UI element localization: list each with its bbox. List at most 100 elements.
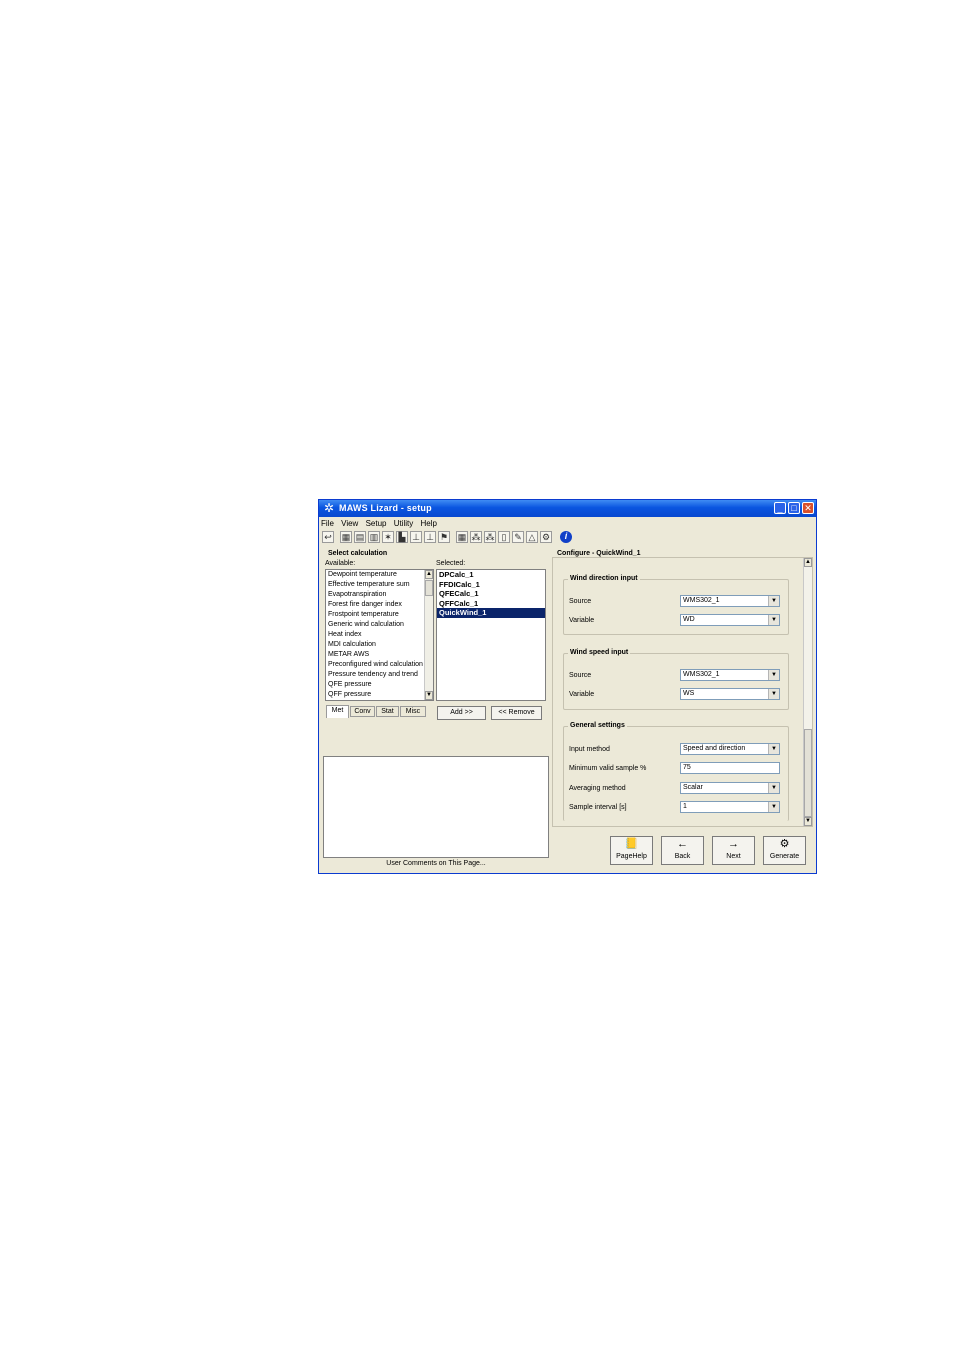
menu-setup[interactable]: Setup xyxy=(366,519,387,528)
star-icon[interactable]: ✶ xyxy=(382,531,394,543)
network-icon[interactable]: ⁂ xyxy=(470,531,482,543)
scroll-down-icon[interactable]: ▼ xyxy=(804,817,812,826)
list-item[interactable]: Generic wind calculation xyxy=(326,620,433,630)
wd-source-label: Source xyxy=(569,598,592,605)
bell-icon[interactable]: △ xyxy=(526,531,538,543)
scroll-thumb[interactable] xyxy=(425,580,433,596)
menu-file[interactable]: File xyxy=(321,519,334,528)
maximize-button[interactable]: □ xyxy=(788,502,800,514)
scroll-up-icon[interactable]: ▲ xyxy=(804,558,812,567)
averaging-method-value: Scalar xyxy=(683,784,703,791)
select-calculation-title: Select calculation xyxy=(328,550,388,557)
tab-stat[interactable]: Stat xyxy=(376,706,399,717)
sample-interval-select[interactable]: 1 ▼ xyxy=(680,801,780,813)
menu-help[interactable]: Help xyxy=(421,519,437,528)
selected-list[interactable]: DPCalc_1 FFDICalc_1 QFECalc_1 QFFCalc_1 Quic… xyxy=(436,569,546,701)
pen-icon[interactable]: ✎ xyxy=(512,531,524,543)
scroll-thumb[interactable] xyxy=(804,729,812,817)
chevron-down-icon[interactable]: ▼ xyxy=(768,615,779,625)
page-icon[interactable]: ▯ xyxy=(498,531,510,543)
input-method-select[interactable]: Speed and direction ▼ xyxy=(680,743,780,755)
chevron-down-icon[interactable]: ▼ xyxy=(768,689,779,699)
antenna-icon[interactable]: ⊥ xyxy=(424,531,436,543)
list-item[interactable]: QuickWind_1 xyxy=(437,608,545,618)
list-item[interactable]: QFECalc_1 xyxy=(437,589,545,599)
back-arrow-icon[interactable]: ↩ xyxy=(322,531,334,543)
configure-scrollbar[interactable]: ▲ ▼ xyxy=(803,558,812,826)
network-icon[interactable]: ⁂ xyxy=(484,531,496,543)
remove-button[interactable]: << Remove xyxy=(491,706,542,720)
wind-direction-title: Wind direction input xyxy=(568,574,640,584)
wind-speed-group: Wind speed input xyxy=(563,648,789,710)
chevron-down-icon[interactable]: ▼ xyxy=(768,802,779,812)
flag-icon[interactable]: ⚑ xyxy=(438,531,450,543)
ws-variable-value: WS xyxy=(683,690,695,697)
list-item[interactable]: QFFCalc_1 xyxy=(437,599,545,609)
wd-variable-label: Variable xyxy=(569,617,595,624)
module-icon[interactable]: ▤ xyxy=(354,531,366,543)
add-button[interactable]: Add >> xyxy=(437,706,486,720)
selected-label: Selected: xyxy=(436,560,466,567)
tab-misc[interactable]: Misc xyxy=(400,706,426,717)
next-button[interactable]: → Next xyxy=(712,836,755,865)
list-item[interactable]: Frostpoint temperature xyxy=(326,610,433,620)
list-item[interactable]: MDI calculation xyxy=(326,640,433,650)
list-item[interactable]: Evapotranspiration xyxy=(326,590,433,600)
list-item[interactable]: FFDICalc_1 xyxy=(437,580,545,590)
sample-interval-value: 1 xyxy=(683,803,687,810)
title-bar[interactable]: ✲ MAWS Lizard - setup _ □ ✕ xyxy=(319,500,816,517)
minimize-button[interactable]: _ xyxy=(774,502,786,514)
wd-variable-select[interactable]: WD ▼ xyxy=(680,614,780,626)
list-item[interactable]: QFE pressure xyxy=(326,680,433,690)
chevron-down-icon[interactable]: ▼ xyxy=(768,670,779,680)
tab-met[interactable]: Met xyxy=(326,705,349,718)
menu-utility[interactable]: Utility xyxy=(394,519,414,528)
list-item[interactable]: Heat index xyxy=(326,630,433,640)
min-valid-input[interactable]: 75 xyxy=(680,762,780,774)
pagehelp-button[interactable]: 📒 PageHelp xyxy=(610,836,653,865)
user-comments-label: User Comments on This Page... xyxy=(386,860,486,867)
tab-conv[interactable]: Conv xyxy=(350,706,375,717)
wd-source-select[interactable]: WMS302_1 ▼ xyxy=(680,595,780,607)
input-method-label: Input method xyxy=(569,746,610,753)
user-comments-box[interactable] xyxy=(323,756,549,858)
wind-speed-title: Wind speed input xyxy=(568,648,631,658)
arrow-left-icon: ← xyxy=(677,838,688,850)
list-item[interactable]: Preconfigured wind calculation xyxy=(326,660,433,670)
scroll-down-icon[interactable]: ▼ xyxy=(425,691,433,700)
list-item[interactable]: METAR AWS xyxy=(326,650,433,660)
sensor-icon[interactable]: ▙ xyxy=(396,531,408,543)
scroll-up-icon[interactable]: ▲ xyxy=(425,570,433,579)
menu-view[interactable]: View xyxy=(341,519,358,528)
close-button[interactable]: ✕ xyxy=(802,502,814,514)
antenna-icon[interactable]: ⊥ xyxy=(410,531,422,543)
wind-direction-group: Wind direction input xyxy=(563,574,789,635)
available-list[interactable]: Dewpoint temperature Effective temperatur… xyxy=(325,569,434,701)
list-item[interactable]: Pressure tendency and trend xyxy=(326,670,433,680)
list-item[interactable]: Effective temperature sum xyxy=(326,580,433,590)
averaging-method-select[interactable]: Scalar ▼ xyxy=(680,782,780,794)
arrow-right-icon: → xyxy=(728,838,739,850)
help-book-icon: 📒 xyxy=(624,838,639,850)
list-item[interactable]: Dewpoint temperature xyxy=(326,570,433,580)
ws-source-select[interactable]: WMS302_1 ▼ xyxy=(680,669,780,681)
chevron-down-icon[interactable]: ▼ xyxy=(768,783,779,793)
list-item[interactable]: Forest fire danger index xyxy=(326,600,433,610)
calculator-icon[interactable]: ▦ xyxy=(456,531,468,543)
next-label: Next xyxy=(726,853,741,860)
info-icon[interactable]: i xyxy=(560,531,572,543)
chevron-down-icon[interactable]: ▼ xyxy=(768,744,779,754)
back-label: Back xyxy=(674,853,691,860)
module-icon[interactable]: ▥ xyxy=(368,531,380,543)
back-button[interactable]: ← Back xyxy=(661,836,704,865)
gear-icon[interactable]: ⚙ xyxy=(540,531,552,543)
list-item[interactable]: QFF pressure xyxy=(326,690,433,700)
available-scrollbar[interactable]: ▲ ▼ xyxy=(424,570,433,700)
ws-variable-select[interactable]: WS ▼ xyxy=(680,688,780,700)
generate-button[interactable]: ⚙ Generate xyxy=(763,836,806,865)
list-item[interactable]: DPCalc_1 xyxy=(437,570,545,580)
chip-icon[interactable]: ▦ xyxy=(340,531,352,543)
ws-source-value: WMS302_1 xyxy=(683,671,720,678)
chevron-down-icon[interactable]: ▼ xyxy=(768,596,779,606)
available-label: Available: xyxy=(325,560,356,567)
